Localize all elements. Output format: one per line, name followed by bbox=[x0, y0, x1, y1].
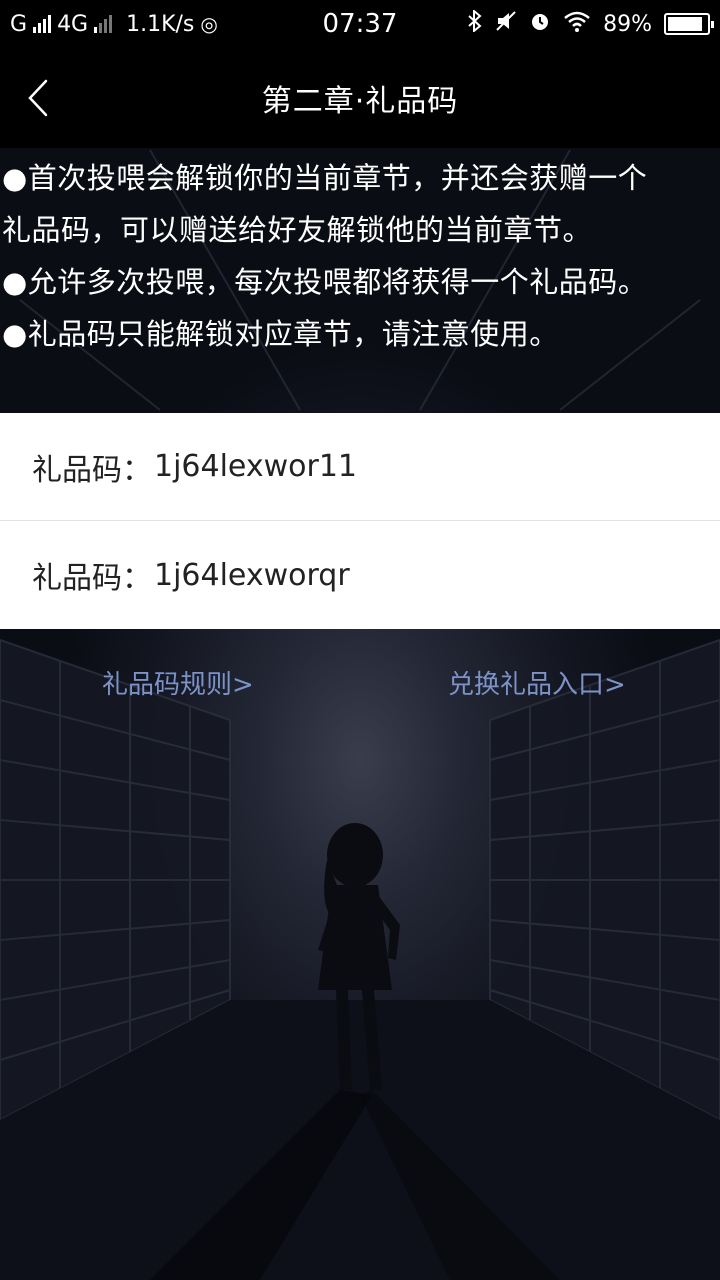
netease-icon: ◎ bbox=[200, 12, 218, 36]
gift-code-row[interactable]: 礼品码： 1j64lexworqr bbox=[0, 521, 720, 629]
redeem-gift-link[interactable]: 兑换礼品入口> bbox=[448, 664, 626, 701]
battery-percent: 89% bbox=[603, 11, 652, 37]
info-line: 礼品码，可以赠送给好友解锁他的当前章节。 bbox=[2, 213, 593, 247]
chevron-left-icon bbox=[28, 79, 48, 117]
gift-code-rules-link[interactable]: 礼品码规则> bbox=[102, 664, 254, 701]
page-title: 第二章·礼品码 bbox=[261, 84, 459, 119]
gift-code-row[interactable]: 礼品码： 1j64lexwor11 bbox=[0, 413, 720, 521]
carrier-label: G bbox=[10, 11, 28, 37]
info-line: ●允许多次投喂，每次投喂都将获得一个礼品码。 bbox=[2, 265, 648, 299]
info-line: ●礼品码只能解锁对应章节，请注意使用。 bbox=[2, 317, 559, 351]
network-speed: 1.1K/s bbox=[126, 11, 195, 37]
network-label: 4G bbox=[57, 11, 89, 37]
gift-code-label: 礼品码： bbox=[32, 561, 152, 596]
status-left: G 4G 1.1K/s ◎ bbox=[10, 12, 310, 37]
battery-icon bbox=[664, 13, 714, 35]
signal-icon-secondary bbox=[94, 15, 113, 33]
alarm-icon bbox=[529, 10, 551, 38]
bluetooth-icon bbox=[467, 8, 483, 38]
signal-icon bbox=[33, 15, 52, 33]
nav-bar: 第二章·礼品码 bbox=[0, 48, 720, 148]
link-row: 礼品码规则> 兑换礼品入口> bbox=[0, 664, 720, 714]
status-bar: G 4G 1.1K/s ◎ 07:37 89% bbox=[0, 0, 720, 48]
wifi-icon bbox=[563, 10, 591, 38]
status-right: 89% bbox=[467, 8, 714, 38]
gift-code-list: 礼品码： 1j64lexwor11 礼品码： 1j64lexworqr bbox=[0, 413, 720, 629]
gift-code-info: ●首次投喂会解锁你的当前章节，并还会获赠一个 礼品码，可以赠送给好友解锁他的当前… bbox=[0, 148, 720, 360]
info-line: ●首次投喂会解锁你的当前章节，并还会获赠一个 bbox=[2, 161, 648, 195]
mute-icon bbox=[495, 10, 517, 38]
gift-code-label: 礼品码： bbox=[32, 452, 152, 488]
gift-code-value: 1j64lexwor11 bbox=[154, 449, 358, 484]
back-button[interactable] bbox=[14, 74, 62, 122]
gift-code-value: 1j64lexworqr bbox=[154, 557, 350, 593]
